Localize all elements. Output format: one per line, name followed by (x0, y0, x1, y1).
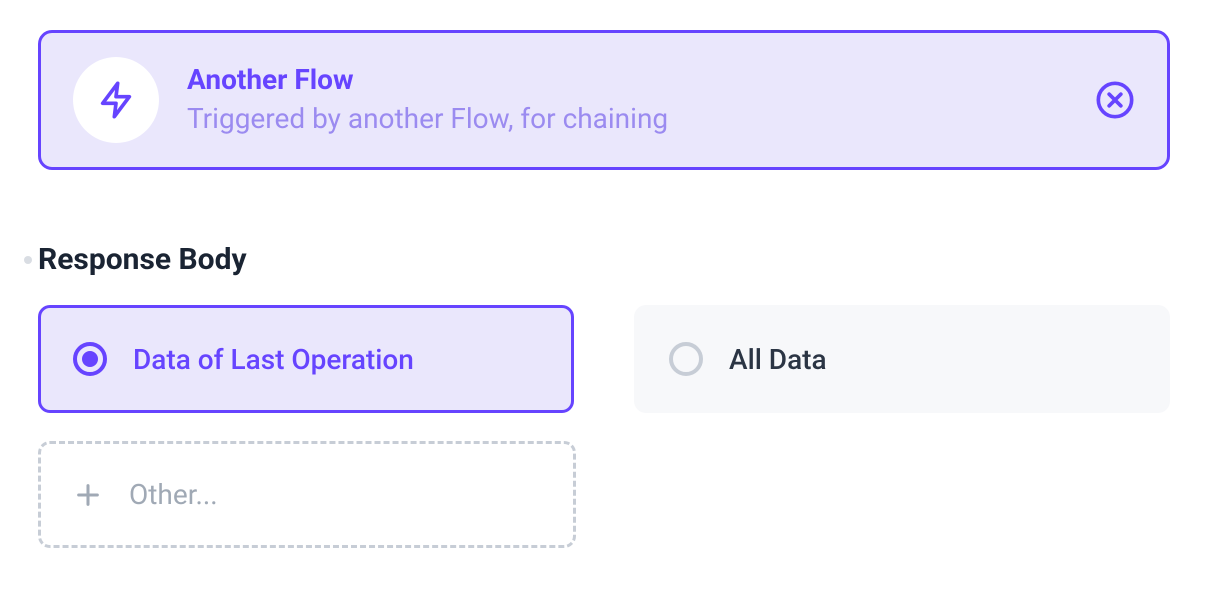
trigger-title: Another Flow (187, 63, 1095, 97)
bolt-icon (96, 80, 136, 120)
trigger-subtitle: Triggered by another Flow, for chaining (187, 101, 1095, 137)
option-label: Data of Last Operation (133, 343, 414, 376)
section-heading: Response Body (38, 242, 1170, 277)
trigger-card: Another Flow Triggered by another Flow, … (38, 30, 1170, 170)
remove-trigger-button[interactable] (1095, 80, 1135, 120)
option-all-data[interactable]: All Data (634, 305, 1170, 413)
option-last-operation[interactable]: Data of Last Operation (38, 305, 574, 413)
trigger-text: Another Flow Triggered by another Flow, … (187, 63, 1095, 137)
plus-icon (74, 481, 102, 509)
response-body-options: Data of Last Operation All Data (38, 305, 1170, 413)
radio-selected-icon (73, 342, 107, 376)
option-other[interactable]: Other... (38, 441, 576, 548)
section-title: Response Body (38, 242, 247, 277)
bullet-icon (24, 256, 32, 264)
option-label: Other... (129, 478, 218, 511)
radio-unselected-icon (669, 342, 703, 376)
trigger-icon-wrapper (73, 57, 159, 143)
close-circle-icon (1095, 80, 1135, 120)
plus-icon-wrapper (73, 480, 103, 510)
option-label: All Data (729, 343, 827, 376)
